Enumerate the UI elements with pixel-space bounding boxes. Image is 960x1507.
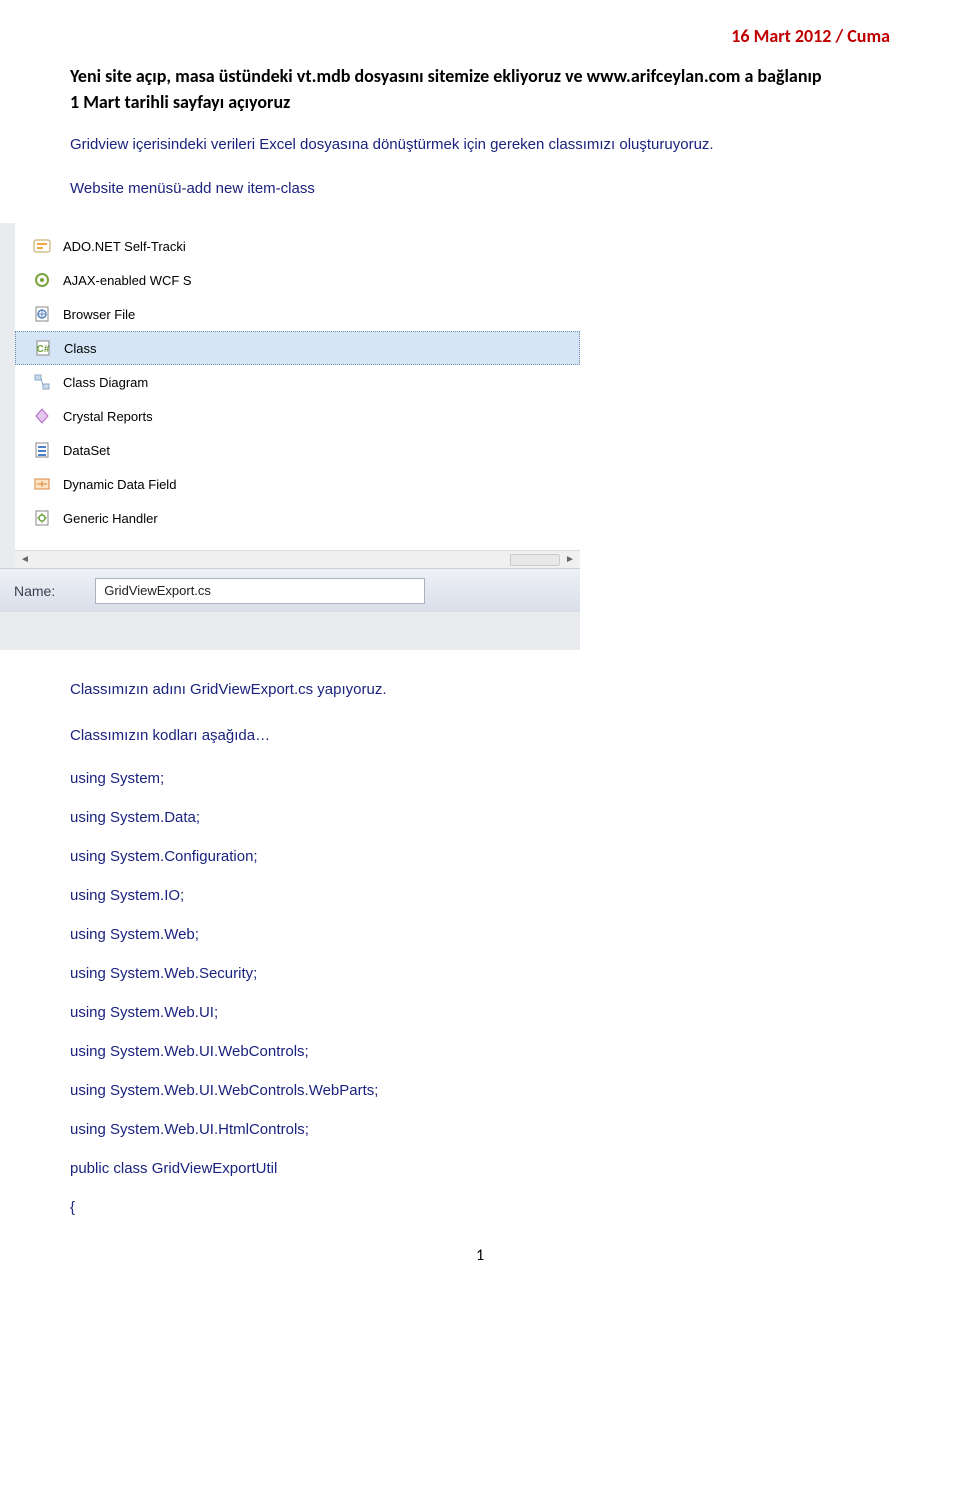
class-diagram-icon	[33, 373, 51, 391]
list-item-label: Browser File	[63, 307, 135, 322]
list-item[interactable]: Dynamic Data Field	[15, 467, 580, 501]
list-item[interactable]: Class Diagram	[15, 365, 580, 399]
dialog-footer-strip	[0, 612, 580, 650]
list-item[interactable]: AJAX-enabled WCF S	[15, 263, 580, 297]
list-item-label: AJAX-enabled WCF S	[63, 273, 192, 288]
page-number: 1	[70, 1246, 890, 1265]
template-list[interactable]: ADO.NET Self-Tracki AJAX-enabled WCF S B…	[0, 223, 580, 568]
list-item-label: Class	[64, 341, 97, 356]
name-input[interactable]: GridViewExport.cs	[95, 578, 425, 604]
code-line: using System.Data;	[70, 809, 890, 826]
code-line: using System.Web.UI.HtmlControls;	[70, 1121, 890, 1138]
code-line: using System.Web.Security;	[70, 965, 890, 982]
list-item[interactable]: Generic Handler	[15, 501, 580, 535]
list-item-label: Crystal Reports	[63, 409, 153, 424]
svg-text:C#: C#	[37, 344, 50, 355]
list-item-label: Class Diagram	[63, 375, 148, 390]
ajax-icon	[33, 271, 51, 289]
list-item[interactable]: Crystal Reports	[15, 399, 580, 433]
list-item-label: DataSet	[63, 443, 110, 458]
list-item[interactable]: DataSet	[15, 433, 580, 467]
code-line: using System.Configuration;	[70, 848, 890, 865]
name-row: Name: GridViewExport.cs	[0, 568, 580, 612]
page-date: 16 Mart 2012 / Cuma	[731, 25, 890, 47]
after-image-text-1: Classımızın adını GridViewExport.cs yapı…	[70, 678, 890, 702]
code-line: using System.Web;	[70, 926, 890, 943]
code-line: public class GridViewExportUtil	[70, 1160, 890, 1177]
code-line: using System.Web.UI;	[70, 1004, 890, 1021]
class-icon: C#	[34, 339, 52, 357]
scrollbar-thumb[interactable]	[510, 554, 560, 566]
code-line: using System;	[70, 770, 890, 787]
list-item-label: Dynamic Data Field	[63, 477, 176, 492]
list-item-selected[interactable]: C# Class	[15, 331, 580, 365]
scroll-left-icon[interactable]: ◄	[19, 554, 31, 566]
ado-icon	[33, 237, 51, 255]
paragraph-2: Website menüsü-add new item-class	[70, 177, 890, 201]
browser-file-icon	[33, 305, 51, 323]
after-image-text-2: Classımızın kodları aşağıda…	[70, 724, 890, 748]
paragraph-1: Gridview içerisindeki verileri Excel dos…	[70, 133, 890, 157]
horizontal-scrollbar[interactable]: ◄ ►	[15, 550, 580, 568]
intro-line-2: 1 Mart tarihli sayfayı açıyoruz	[70, 91, 890, 113]
generic-handler-icon	[33, 509, 51, 527]
list-item[interactable]: Browser File	[15, 297, 580, 331]
intro-line-1: Yeni site açıp, masa üstündeki vt.mdb do…	[70, 65, 890, 87]
crystal-reports-icon	[33, 407, 51, 425]
list-item[interactable]: ADO.NET Self-Tracki	[15, 229, 580, 263]
name-label: Name:	[14, 583, 55, 599]
list-item-label: Generic Handler	[63, 511, 158, 526]
code-line: using System.Web.UI.WebControls.WebParts…	[70, 1082, 890, 1099]
code-line: using System.Web.UI.WebControls;	[70, 1043, 890, 1060]
code-line: {	[70, 1199, 890, 1216]
dataset-icon	[33, 441, 51, 459]
list-item-label: ADO.NET Self-Tracki	[63, 239, 186, 254]
scroll-right-icon[interactable]: ►	[564, 554, 576, 566]
code-line: using System.IO;	[70, 887, 890, 904]
add-item-dialog: ADO.NET Self-Tracki AJAX-enabled WCF S B…	[0, 223, 580, 650]
dynamic-data-icon	[33, 475, 51, 493]
